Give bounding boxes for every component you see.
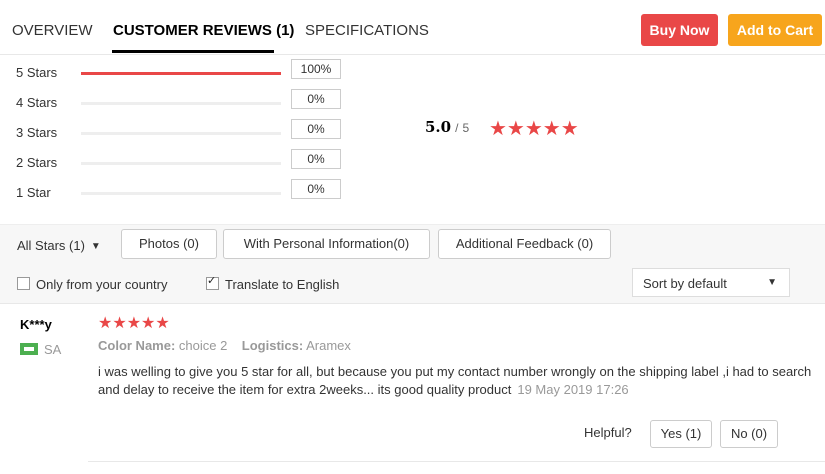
sort-select[interactable]: Sort by default ▼ (632, 268, 790, 297)
tab-customer-reviews[interactable]: CUSTOMER REVIEWS (1) (113, 22, 294, 39)
additional-feedback-filter-button[interactable]: Additional Feedback (0) (438, 229, 611, 259)
helpful-no-button[interactable]: No (0) (720, 420, 778, 448)
logistics-label: Logistics: (241, 338, 304, 353)
only-country-checkbox[interactable]: Only from your country (17, 277, 168, 292)
rating-label: 5 Stars (16, 65, 58, 80)
average-rating: 5.0/5 (425, 118, 469, 136)
rating-percent: 0% (291, 149, 341, 169)
chevron-down-icon: ▼ (767, 277, 777, 288)
chevron-down-icon: ▼ (90, 241, 101, 252)
rating-label: 2 Stars (16, 155, 58, 170)
translate-label: Translate to English (225, 277, 340, 292)
average-separator: / (455, 121, 459, 135)
color-name-label: Color Name: (98, 338, 176, 353)
add-to-cart-button[interactable]: Add to Cart (728, 14, 822, 46)
reviewer-name: K***y (20, 317, 52, 332)
review-item: K***y SA ★★★★★ Color Name: choice 2 Logi… (0, 303, 825, 474)
review-date: 19 May 2019 17:26 (517, 382, 629, 397)
rating-bar-fill (81, 72, 281, 75)
rating-bar (81, 192, 281, 195)
review-filter-bar: All Stars (1) ▼ Photos (0) With Personal … (0, 224, 825, 304)
rating-bar (81, 162, 281, 165)
color-name-value: choice 2 (178, 338, 228, 353)
reviewer-country: SA (44, 342, 62, 357)
checkbox-icon (17, 277, 30, 290)
all-stars-label: All Stars (1) (17, 238, 85, 253)
rating-bar (81, 132, 281, 135)
divider (88, 461, 825, 462)
helpful-label: Helpful? (584, 425, 632, 440)
active-tab-underline (112, 50, 274, 53)
translate-checkbox[interactable]: Translate to English (206, 274, 340, 292)
rating-percent: 0% (291, 179, 341, 199)
review-text: i was welling to give you 5 star for all… (98, 363, 813, 399)
rating-bar (81, 102, 281, 105)
personal-info-filter-button[interactable]: With Personal Information(0) (223, 229, 430, 259)
average-stars-icon: ★★★★★ (489, 118, 579, 140)
rating-bar (81, 72, 281, 75)
average-out-of: 5 (462, 121, 470, 135)
average-score: 5.0 (425, 118, 452, 136)
rating-percent: 0% (291, 89, 341, 109)
only-country-label: Only from your country (36, 277, 168, 292)
review-body: i was welling to give you 5 star for all… (98, 364, 812, 397)
buy-now-button[interactable]: Buy Now (641, 14, 718, 46)
rating-label: 3 Stars (16, 125, 58, 140)
country-flag-icon (20, 343, 38, 355)
product-tabs: OVERVIEW CUSTOMER REVIEWS (1) SPECIFICAT… (0, 0, 825, 55)
tab-specifications[interactable]: SPECIFICATIONS (305, 22, 429, 39)
helpful-yes-button[interactable]: Yes (1) (650, 420, 712, 448)
review-stars-icon: ★★★★★ (98, 315, 170, 332)
sort-label: Sort by default (643, 276, 727, 291)
review-meta: Color Name: choice 2 Logistics: Aramex (98, 338, 351, 353)
rating-percent: 100% (291, 59, 341, 79)
rating-label: 1 Star (16, 185, 51, 200)
photos-filter-button[interactable]: Photos (0) (121, 229, 217, 259)
rating-label: 4 Stars (16, 95, 58, 110)
checkbox-checked-icon (206, 274, 219, 290)
all-stars-dropdown[interactable]: All Stars (1) ▼ (17, 238, 101, 253)
rating-percent: 0% (291, 119, 341, 139)
logistics-value: Aramex (306, 338, 351, 353)
tab-overview[interactable]: OVERVIEW (12, 22, 93, 39)
